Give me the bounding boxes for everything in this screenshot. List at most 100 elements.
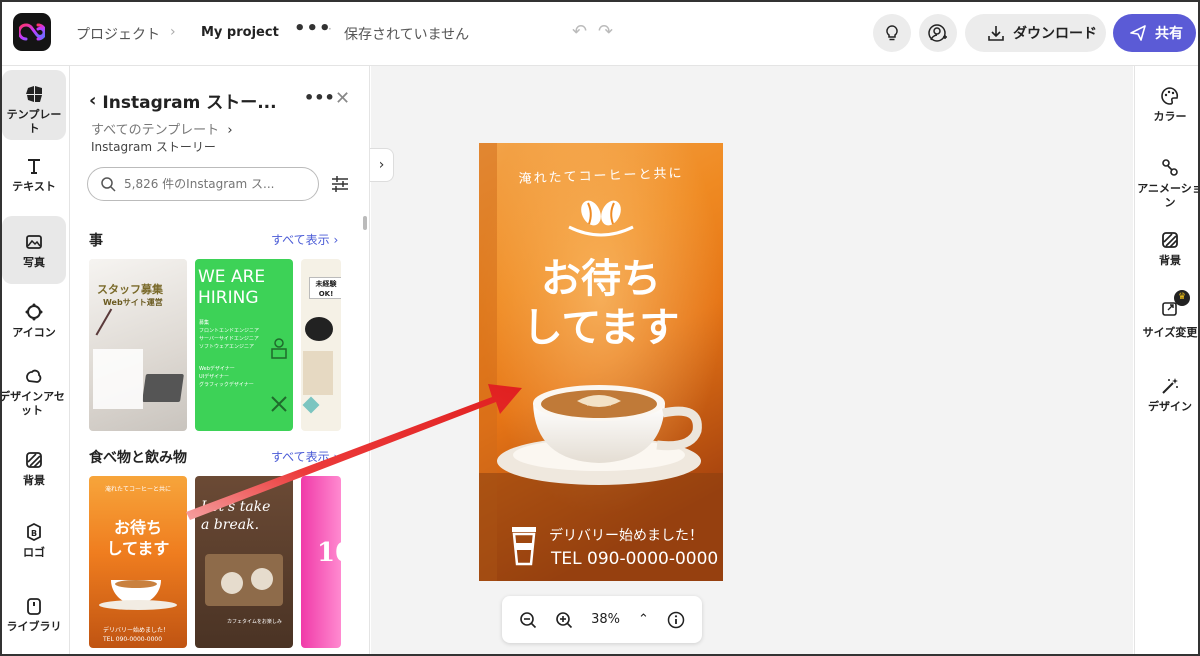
image-icon: [26, 235, 42, 249]
zoom-in-icon[interactable]: [555, 611, 573, 629]
templates-icon: [26, 86, 42, 102]
headline-line: a break.: [201, 517, 260, 534]
template-search[interactable]: [87, 167, 319, 201]
rail-label: アイコン: [12, 326, 56, 339]
magic-wand-icon: [1162, 378, 1178, 394]
tools-icon: [271, 396, 287, 412]
background-icon: [26, 452, 42, 468]
body-line: 募集: [199, 320, 210, 326]
template-headline: Let's take a break.: [201, 498, 270, 534]
template-card[interactable]: スタッフ募集 Webサイト運営: [89, 259, 187, 431]
see-all-link[interactable]: すべて表示 ›: [271, 231, 338, 248]
undo-icon[interactable]: ↶: [572, 21, 587, 42]
rail-item-resize[interactable]: ♛ サイズ変更: [1135, 290, 1200, 341]
illustration-graphic: [303, 351, 333, 395]
panel-title[interactable]: ‹ Instagram ストー...: [89, 88, 277, 113]
zoom-level[interactable]: 38%: [591, 612, 620, 627]
rail-item-text[interactable]: テキスト: [0, 156, 68, 194]
shapes-icon: [25, 303, 43, 321]
animation-icon: [1162, 159, 1178, 176]
template-card[interactable]: WE ARE HIRING 募集 フロントエンドエンジニア サーバーサイドエンジ…: [195, 259, 293, 431]
person-icon: [271, 338, 287, 359]
see-all-label: すべて表示: [271, 233, 330, 247]
template-card[interactable]: 10: [301, 476, 341, 648]
invite-button[interactable]: [919, 14, 957, 52]
rail-item-library[interactable]: ライブラリ: [0, 596, 68, 634]
panel-breadcrumb-current: Instagram ストーリー: [91, 140, 216, 154]
panel-more-button[interactable]: •••: [304, 88, 335, 107]
download-button[interactable]: ダウンロード: [965, 14, 1106, 52]
rail-label: ライブラリ: [6, 620, 62, 633]
body-line: グラフィックデザイナー: [199, 382, 254, 388]
collapse-panel-button[interactable]: ›: [370, 148, 394, 182]
design-headline[interactable]: お待ち してます: [479, 255, 723, 353]
rail-label: サイズ変更: [1142, 326, 1198, 340]
project-name[interactable]: My project: [201, 25, 279, 40]
chevron-right-icon: ›: [170, 24, 176, 40]
chevron-left-icon[interactable]: ‹: [89, 90, 96, 111]
download-label: ダウンロード: [1013, 26, 1097, 42]
saucer-graphic: [99, 600, 177, 610]
design-phone-text[interactable]: TEL 090-0000-0000: [551, 549, 718, 569]
rail-item-animation[interactable]: アニメーション: [1135, 158, 1200, 211]
rail-item-logo[interactable]: B ロゴ: [0, 522, 68, 560]
rail-label: 背景: [23, 474, 45, 487]
template-card[interactable]: Let's take a break. カフェタイムをお楽しみ: [195, 476, 293, 648]
chevron-up-icon[interactable]: ⌃: [638, 612, 649, 627]
creative-cloud-icon: [19, 23, 45, 41]
library-icon: [27, 598, 41, 615]
see-all-link[interactable]: すべて表示 ›: [271, 448, 338, 465]
panel-scrollbar[interactable]: [363, 216, 367, 230]
design-delivery-text[interactable]: デリバリー始めました！: [549, 525, 703, 545]
redo-icon[interactable]: ↷: [598, 21, 613, 42]
body-line: Webデザイナー: [199, 366, 235, 372]
rail-label: アニメーション: [1137, 182, 1200, 210]
rail-item-color[interactable]: カラー: [1135, 86, 1200, 124]
template-card[interactable]: 未経験OK!: [301, 259, 341, 431]
tips-button[interactable]: [873, 14, 911, 52]
close-icon[interactable]: ✕: [335, 88, 350, 109]
template-card[interactable]: 淹れたてコーヒーと共に お待ち してます デリバリー始めました！ TEL 090…: [89, 476, 187, 648]
template-headline: スタッフ募集: [97, 283, 163, 296]
left-rail: テンプレート テキスト 写真 アイコン デザインアセット 背景 B ロゴ ライブ…: [0, 66, 70, 656]
rail-label: カラー: [1153, 110, 1187, 123]
breadcrumb-projects[interactable]: プロジェクト: [76, 24, 160, 44]
rail-item-background[interactable]: 背景: [1135, 230, 1200, 268]
separator-dot: ·: [328, 22, 332, 36]
body-line: フロントエンドエンジニア: [199, 328, 260, 334]
rail-label: ロゴ: [23, 546, 45, 559]
filter-icon[interactable]: [329, 173, 351, 195]
see-all-label: すべて表示: [271, 450, 330, 464]
diamond-graphic: [302, 396, 320, 414]
share-button[interactable]: 共有: [1113, 14, 1196, 52]
top-header: プロジェクト › My project ••• · 保存されていません ↶ ↷ …: [0, 0, 1200, 66]
template-footer: デリバリー始めました！ TEL 090-0000-0000: [103, 626, 169, 644]
template-headline: 10: [317, 538, 341, 568]
headline-line: してます: [522, 304, 680, 351]
more-options-button[interactable]: •••: [294, 18, 332, 39]
headline-line: お待ち: [541, 256, 661, 302]
rail-item-background[interactable]: 背景: [0, 450, 68, 488]
background-icon: [1162, 232, 1178, 248]
rail-label: デザイン: [1148, 400, 1192, 413]
rail-item-icons[interactable]: アイコン: [0, 302, 68, 340]
design-artboard[interactable]: 淹れたてコーヒーと共に お待ち してます デリバリー始めました！ TEL 090…: [479, 143, 723, 581]
template-arc-text: 淹れたてコーヒーと共に: [104, 486, 171, 493]
panel-breadcrumb-parent[interactable]: すべてのテンプレート ›: [91, 119, 233, 138]
crown-icon: ♛: [1174, 290, 1190, 306]
add-user-icon: [928, 24, 947, 42]
rail-item-design-assets[interactable]: デザインアセット: [0, 366, 68, 419]
laptop-graphic: [142, 374, 184, 402]
rail-item-photos[interactable]: 写真: [2, 216, 66, 284]
rail-item-templates[interactable]: テンプレート: [2, 70, 66, 140]
zoom-controls: 38% ⌃: [502, 596, 702, 643]
app-logo[interactable]: [13, 13, 51, 51]
template-headline: お待ち してます: [89, 518, 187, 560]
rail-item-design[interactable]: デザイン: [1135, 376, 1200, 414]
cup-graphic: [251, 568, 273, 590]
search-input[interactable]: [124, 177, 294, 191]
latte-graphic: [115, 580, 157, 588]
info-icon[interactable]: [667, 611, 685, 629]
rail-label: テンプレート: [6, 108, 62, 136]
zoom-out-icon[interactable]: [519, 611, 537, 629]
